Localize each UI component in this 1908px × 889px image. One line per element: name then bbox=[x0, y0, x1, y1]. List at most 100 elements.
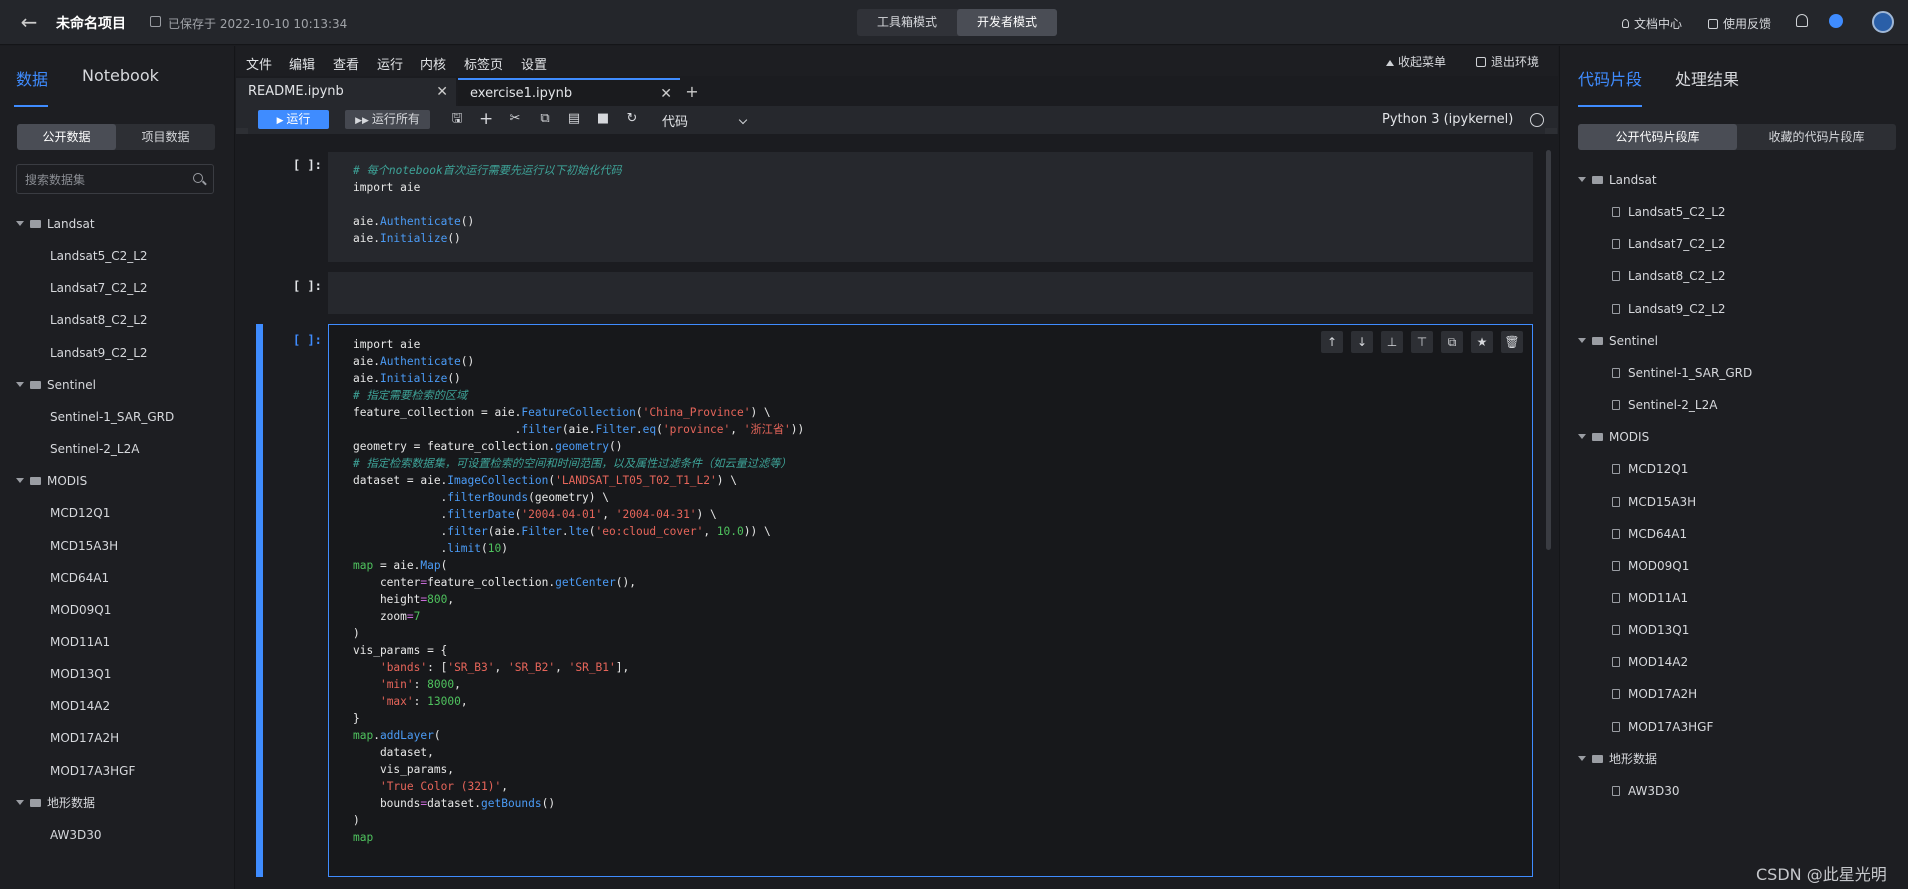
tree-item[interactable]: MCD15A3H bbox=[50, 538, 118, 554]
tree-item[interactable]: MOD17A3HGF bbox=[1612, 719, 1713, 735]
copy-icon[interactable]: ⧉ bbox=[538, 112, 552, 126]
search-icon[interactable] bbox=[193, 173, 203, 183]
public-snippets-button[interactable]: 公开代码片段库 bbox=[1578, 124, 1737, 150]
active-code-cell-input[interactable]: ↑ ↓ ⊥ ⊤ ⧉ ★ 🗑 import aie aie.Authenticat… bbox=[328, 324, 1533, 877]
developer-mode-button[interactable]: 开发者模式 bbox=[957, 9, 1057, 36]
menu-view[interactable]: 查看 bbox=[333, 54, 359, 73]
globe-icon[interactable] bbox=[1829, 14, 1843, 28]
menu-settings[interactable]: 设置 bbox=[521, 54, 547, 73]
close-icon[interactable]: ✕ bbox=[660, 80, 672, 108]
tree-folder[interactable]: 地形数据 bbox=[16, 795, 95, 811]
kernel-name[interactable]: Python 3 (ipykernel) bbox=[1382, 112, 1513, 127]
tree-item[interactable]: MOD13Q1 bbox=[1612, 622, 1689, 638]
feedback-link[interactable]: 使用反馈 bbox=[1708, 15, 1771, 32]
tree-item[interactable]: Landsat9_C2_L2 bbox=[50, 345, 148, 361]
run-button[interactable]: ▶ 运行 bbox=[258, 110, 329, 129]
tree-item[interactable]: MCD12Q1 bbox=[50, 505, 110, 521]
tab-readme[interactable]: README.ipynb ✕ bbox=[236, 78, 456, 106]
right-panel: 代码片段 处理结果 公开代码片段库 收藏的代码片段库 Landsat Landsa… bbox=[1559, 46, 1908, 889]
tree-item[interactable]: Sentinel-2_L2A bbox=[50, 441, 139, 457]
code-cell-input[interactable] bbox=[328, 272, 1533, 314]
tab-data[interactable]: 数据 bbox=[16, 66, 48, 90]
tree-item[interactable]: AW3D30 bbox=[1612, 783, 1680, 799]
tree-item[interactable]: MOD09Q1 bbox=[1612, 558, 1689, 574]
menu-edit[interactable]: 编辑 bbox=[289, 54, 315, 73]
tree-folder[interactable]: Sentinel bbox=[1578, 333, 1658, 349]
insert-cell-icon[interactable]: + bbox=[479, 111, 493, 128]
menu-kernel[interactable]: 内核 bbox=[420, 54, 446, 73]
tree-item[interactable]: Landsat9_C2_L2 bbox=[1612, 301, 1726, 317]
tree-item[interactable]: MOD17A2H bbox=[50, 730, 119, 746]
left-panel: 数据 Notebook 公开数据 项目数据 Landsat Landsat5_C2… bbox=[0, 46, 235, 889]
tree-item[interactable]: Landsat7_C2_L2 bbox=[1612, 236, 1726, 252]
tree-item[interactable]: MOD17A2H bbox=[1612, 686, 1697, 702]
insert-below-icon[interactable]: ⊤ bbox=[1411, 331, 1433, 353]
collapse-menu-button[interactable]: 收起菜单 bbox=[1386, 53, 1446, 70]
add-tab-icon[interactable]: + bbox=[682, 80, 702, 104]
menu-file[interactable]: 文件 bbox=[246, 54, 272, 73]
tree-item[interactable]: MCD15A3H bbox=[1612, 494, 1696, 510]
tree-folder[interactable]: Landsat bbox=[1578, 172, 1657, 188]
tab-results[interactable]: 处理结果 bbox=[1675, 66, 1739, 90]
mode-switch: 工具箱模式 开发者模式 bbox=[857, 9, 1057, 36]
lightbulb-icon bbox=[1622, 19, 1629, 28]
tree-item[interactable]: Sentinel-1_SAR_GRD bbox=[50, 409, 174, 425]
docs-link[interactable]: 文档中心 bbox=[1622, 15, 1682, 32]
delete-icon[interactable]: 🗑 bbox=[1501, 331, 1523, 353]
search-input[interactable] bbox=[25, 171, 185, 189]
folder-icon bbox=[30, 380, 41, 389]
save-icon[interactable]: 🖫 bbox=[450, 112, 464, 126]
project-data-button[interactable]: 项目数据 bbox=[116, 124, 215, 150]
duplicate-icon[interactable]: ⧉ bbox=[1441, 331, 1463, 353]
tree-item[interactable]: MOD09Q1 bbox=[50, 602, 111, 618]
restart-icon[interactable]: ↻ bbox=[625, 112, 639, 126]
stop-icon[interactable]: ■ bbox=[596, 112, 610, 126]
tree-item[interactable]: MCD12Q1 bbox=[1612, 461, 1688, 477]
move-up-icon[interactable]: ↑ bbox=[1321, 331, 1343, 353]
tree-item[interactable]: MOD14A2 bbox=[1612, 654, 1688, 670]
tree-item[interactable]: Landsat8_C2_L2 bbox=[1612, 268, 1726, 284]
tree-item[interactable]: MOD14A2 bbox=[50, 698, 110, 714]
insert-above-icon[interactable]: ⊥ bbox=[1381, 331, 1403, 353]
favorite-snippets-button[interactable]: 收藏的代码片段库 bbox=[1737, 124, 1896, 150]
tree-item[interactable]: Landsat8_C2_L2 bbox=[50, 312, 148, 328]
menu-tabs[interactable]: 标签页 bbox=[464, 54, 503, 73]
fast-forward-icon: ▶▶ bbox=[355, 116, 372, 126]
tree-item[interactable]: MOD13Q1 bbox=[50, 666, 111, 682]
exit-env-button[interactable]: 退出环境 bbox=[1476, 53, 1539, 70]
tree-item[interactable]: Sentinel-1_SAR_GRD bbox=[1612, 365, 1752, 381]
tree-item[interactable]: Sentinel-2_L2A bbox=[1612, 397, 1717, 413]
tree-folder[interactable]: MODIS bbox=[16, 473, 87, 489]
vertical-scrollbar[interactable] bbox=[1546, 150, 1551, 550]
move-down-icon[interactable]: ↓ bbox=[1351, 331, 1373, 353]
public-data-button[interactable]: 公开数据 bbox=[17, 124, 116, 150]
tree-item[interactable]: MCD64A1 bbox=[1612, 526, 1687, 542]
bell-icon[interactable] bbox=[1796, 14, 1808, 27]
project-title[interactable]: 未命名项目 bbox=[56, 13, 126, 33]
tree-folder[interactable]: 地形数据 bbox=[1578, 751, 1657, 767]
back-arrow-icon[interactable]: ← bbox=[18, 12, 40, 34]
tab-exercise1[interactable]: exercise1.ipynb ✕ bbox=[458, 78, 680, 106]
tree-item[interactable]: MCD64A1 bbox=[50, 570, 109, 586]
tree-item[interactable]: Landsat7_C2_L2 bbox=[50, 280, 148, 296]
paste-icon[interactable]: ▤ bbox=[567, 112, 581, 126]
tree-item[interactable]: Landsat5_C2_L2 bbox=[50, 248, 148, 264]
tab-notebook[interactable]: Notebook bbox=[82, 66, 159, 85]
tree-item[interactable]: MOD17A3HGF bbox=[50, 763, 135, 779]
toolbox-mode-button[interactable]: 工具箱模式 bbox=[857, 9, 957, 36]
tab-snippets[interactable]: 代码片段 bbox=[1578, 66, 1642, 90]
tree-item[interactable]: MOD11A1 bbox=[1612, 590, 1688, 606]
tree-folder[interactable]: MODIS bbox=[1578, 429, 1649, 445]
tree-item[interactable]: Landsat5_C2_L2 bbox=[1612, 204, 1726, 220]
run-all-button[interactable]: ▶▶ 运行所有 bbox=[345, 110, 430, 129]
menu-run[interactable]: 运行 bbox=[377, 54, 403, 73]
avatar[interactable] bbox=[1872, 11, 1894, 33]
tree-folder[interactable]: Landsat bbox=[16, 216, 95, 232]
star-icon[interactable]: ★ bbox=[1471, 331, 1493, 353]
tree-item[interactable]: MOD11A1 bbox=[50, 634, 110, 650]
code-cell-input[interactable]: # 每个notebook首次运行需要先运行以下初始化代码 import aie … bbox=[328, 152, 1533, 262]
tree-item[interactable]: AW3D30 bbox=[50, 827, 102, 843]
close-icon[interactable]: ✕ bbox=[436, 78, 448, 106]
cut-icon[interactable]: ✂ bbox=[508, 112, 522, 126]
tree-folder[interactable]: Sentinel bbox=[16, 377, 96, 393]
